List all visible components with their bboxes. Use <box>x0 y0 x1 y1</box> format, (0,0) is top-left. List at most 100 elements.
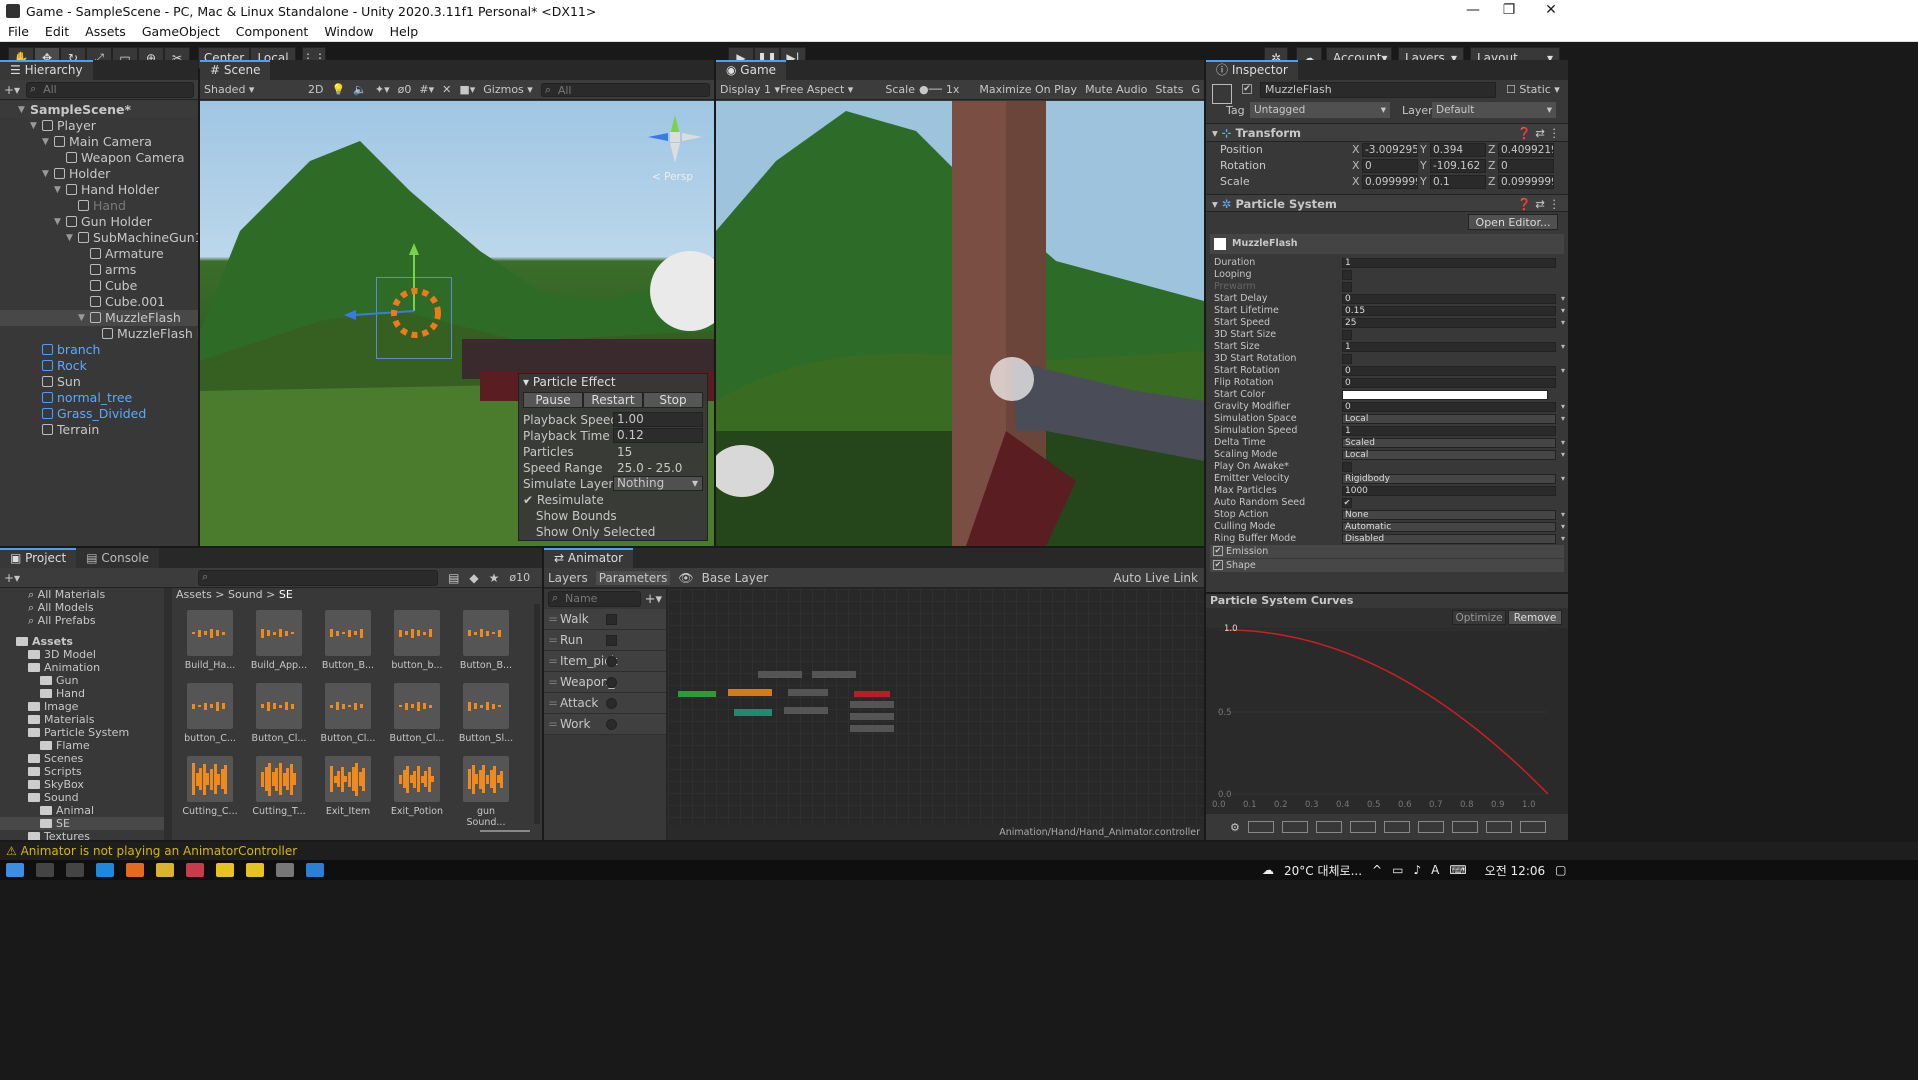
project-folder[interactable]: Flame <box>0 739 164 752</box>
firefox-icon[interactable] <box>126 863 144 877</box>
animator-graph[interactable] <box>668 589 1204 825</box>
maximize-button[interactable]: ❐ <box>1486 0 1532 22</box>
audio-icon[interactable]: 🔈 <box>353 83 367 96</box>
favorite-item[interactable]: ⌕ All Models <box>0 601 164 614</box>
any-state[interactable] <box>734 709 772 716</box>
layer-dropdown[interactable]: Default ▾ <box>1432 102 1556 118</box>
dropdown-arrow-icon[interactable]: ▾ <box>1561 341 1565 353</box>
animator-parameter[interactable]: = Walk <box>544 609 666 630</box>
state-node[interactable] <box>788 689 828 696</box>
animator-parameter[interactable]: = Attack <box>544 693 666 714</box>
drag-handle-icon[interactable]: = <box>548 651 558 672</box>
pe-show-only-selected-row[interactable]: Show Only Selected <box>519 524 707 540</box>
weather-icon[interactable]: ☁ <box>1262 863 1274 877</box>
drag-handle-icon[interactable]: = <box>548 672 558 693</box>
ps-field-value[interactable]: 0 <box>1342 294 1556 304</box>
animator-parameter[interactable]: = Run <box>544 630 666 651</box>
hierarchy-item[interactable]: Grass_Divided <box>0 406 198 422</box>
dropdown-arrow-icon[interactable]: ▾ <box>1561 449 1565 461</box>
pe-pause-button[interactable]: Pause <box>523 392 583 408</box>
layers-tab[interactable]: Layers <box>548 571 588 585</box>
dropdown-arrow-icon[interactable]: ▾ <box>1561 437 1565 449</box>
audio-asset[interactable]: Button_Cl... <box>387 683 447 744</box>
favorite-item[interactable]: ⌕ All Prefabs <box>0 614 164 627</box>
project-folder[interactable]: Materials <box>0 713 164 726</box>
drag-handle-icon[interactable]: = <box>548 609 558 630</box>
clock[interactable]: 오전 12:06 <box>1485 862 1545 879</box>
ps-field-value[interactable]: Scaled <box>1342 438 1556 448</box>
project-folder[interactable]: Sound <box>0 791 164 804</box>
hierarchy-search-input[interactable]: All <box>26 81 194 98</box>
hierarchy-item[interactable]: ▼ MuzzleFlash <box>0 310 198 326</box>
pe-show-bounds-row[interactable]: Show Bounds <box>519 508 707 524</box>
ps-field-value[interactable]: 1 <box>1342 258 1556 268</box>
audio-asset[interactable]: Build_App... <box>249 610 309 671</box>
trigger-radio[interactable] <box>606 656 617 667</box>
auto-live-link-toggle[interactable]: Auto Live Link <box>1113 571 1198 585</box>
drag-handle-icon[interactable]: = <box>548 693 558 714</box>
ps-field-value[interactable]: 0 <box>1342 378 1556 388</box>
maximize-on-play-toggle[interactable]: Maximize On Play <box>979 83 1077 96</box>
audio-asset[interactable]: Exit_Potion <box>387 756 447 817</box>
hierarchy-item[interactable]: ▼ Main Camera <box>0 134 198 150</box>
breadcrumb-se[interactable]: SE <box>279 588 293 601</box>
transform-z-field[interactable]: 0 <box>1498 159 1554 173</box>
ps-field-value[interactable]: Local <box>1342 414 1556 424</box>
favorite-icon[interactable]: ★ <box>489 571 500 585</box>
breadcrumb-sound[interactable]: Sound <box>228 588 263 601</box>
folder-tree-scrollbar[interactable] <box>164 588 172 840</box>
grid-icon[interactable]: #▾ <box>419 83 434 96</box>
transform-y-field[interactable]: -109.162 <box>1430 159 1486 173</box>
volume-icon[interactable]: ♪ <box>1413 863 1421 877</box>
effects-icon[interactable]: ✦▾ <box>375 83 390 96</box>
hierarchy-item[interactable]: Terrain <box>0 422 198 438</box>
project-folder[interactable]: Textures <box>0 830 164 840</box>
hierarchy-item[interactable]: Cube <box>0 278 198 294</box>
hierarchy-item[interactable]: ▼ SubMachineGun1 <box>0 230 198 246</box>
ps-field-value[interactable]: 1 <box>1342 342 1556 352</box>
tab-hierarchy[interactable]: ☰ Hierarchy <box>0 60 93 80</box>
expand-arrow-icon[interactable]: ▼ <box>54 182 64 198</box>
sticky-notes-icon[interactable] <box>246 863 264 877</box>
expand-arrow-icon[interactable]: ▼ <box>54 214 64 230</box>
dropdown-arrow-icon[interactable]: ▾ <box>1561 401 1565 413</box>
add-icon[interactable]: +▾ <box>4 83 20 97</box>
pe-restart-button[interactable]: Restart <box>583 392 643 408</box>
tag-dropdown[interactable]: Untagged ▾ <box>1250 102 1390 118</box>
asset-grid-scrollbar[interactable] <box>534 604 540 824</box>
menu-component[interactable]: Component <box>228 24 317 39</box>
ps-field-checkbox[interactable] <box>1342 462 1352 472</box>
curve-preset-flat[interactable] <box>1247 821 1274 833</box>
state-node[interactable] <box>850 713 894 720</box>
audio-asset[interactable]: Cutting_T... <box>249 756 309 817</box>
bool-checkbox[interactable] <box>606 635 617 646</box>
remove-button[interactable]: Remove <box>1508 610 1562 625</box>
animator-parameter[interactable]: = Item_pick <box>544 651 666 672</box>
expand-arrow-icon[interactable]: ▼ <box>42 166 52 182</box>
curve-preset-smooth-up[interactable] <box>1485 821 1512 833</box>
pe-playback-speed-field[interactable]: 1.00 <box>613 412 703 427</box>
expand-arrow-icon[interactable]: ▼ <box>42 134 52 150</box>
expand-arrow-icon[interactable]: ▼ <box>78 310 88 326</box>
param-search-input[interactable]: Name <box>548 591 641 607</box>
parameters-tab[interactable]: Parameters <box>595 570 671 585</box>
hierarchy-item[interactable]: ▼ Hand Holder <box>0 182 198 198</box>
dropdown-arrow-icon[interactable]: ▾ <box>1561 473 1565 485</box>
ps-field-value[interactable]: Automatic <box>1342 522 1556 532</box>
project-folder[interactable]: Gun <box>0 674 164 687</box>
state-node[interactable] <box>812 671 856 678</box>
curve-preset-ease-out-down[interactable] <box>1451 821 1478 833</box>
hierarchy-item[interactable]: Weapon Camera <box>0 150 198 166</box>
transform-x-field[interactable]: -3.009295 <box>1362 143 1418 157</box>
curve-preset-ease-in[interactable] <box>1349 821 1376 833</box>
network-icon[interactable]: ▭ <box>1392 863 1403 877</box>
hierarchy-item[interactable]: ▼ Holder <box>0 166 198 182</box>
search-icon[interactable] <box>36 863 54 877</box>
transform-z-field[interactable]: 0.0999999 <box>1498 175 1554 189</box>
ps-module-checkbox[interactable]: ✔ <box>1213 560 1223 570</box>
tab-game[interactable]: ◉ Game <box>716 60 787 80</box>
drag-handle-icon[interactable]: = <box>548 630 558 651</box>
hierarchy-item[interactable]: arms <box>0 262 198 278</box>
audio-asset[interactable]: Button_B... <box>456 610 516 671</box>
drag-handle-icon[interactable]: = <box>548 714 558 735</box>
